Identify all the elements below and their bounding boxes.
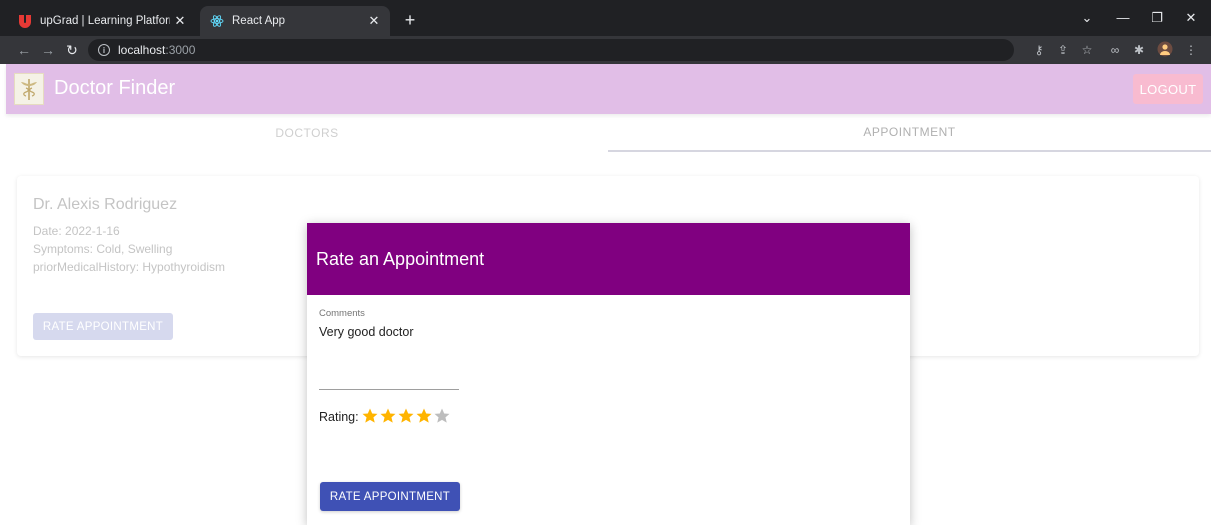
close-tab-icon[interactable]: ✕: [170, 13, 190, 29]
star-rating[interactable]: [361, 407, 451, 425]
url-port: :3000: [165, 43, 196, 57]
new-tab-icon[interactable]: +: [398, 8, 422, 32]
close-tab-icon[interactable]: ✕: [364, 13, 384, 29]
star-filled-icon[interactable]: [415, 407, 433, 425]
browser-tab-title: upGrad | Learning Platform: [40, 15, 170, 27]
doctor-name: Dr. Alexis Rodriguez: [33, 196, 178, 213]
appointment-medical-history: priorMedicalHistory: Hypothyroidism: [33, 260, 226, 274]
tab-doctors[interactable]: DOCTORS: [6, 114, 608, 152]
appointment-symptoms: Symptoms: Cold, Swelling: [33, 242, 173, 256]
comments-underline: [319, 389, 459, 390]
comments-label: Comments: [319, 308, 365, 319]
extensions-puzzle-icon[interactable]: ✱: [1130, 41, 1148, 59]
restore-icon[interactable]: ❐: [1142, 6, 1172, 30]
url-host: localhost: [118, 43, 166, 57]
app-tabs: DOCTORS APPOINTMENT: [6, 114, 1211, 152]
star-filled-icon[interactable]: [397, 407, 415, 425]
app-title: Doctor Finder: [54, 77, 176, 99]
star-filled-icon[interactable]: [379, 407, 397, 425]
share-icon[interactable]: ⇪: [1054, 41, 1072, 59]
modal-header: Rate an Appointment: [307, 223, 910, 295]
browser-tab-upgrad[interactable]: upGrad | Learning Platform ✕: [8, 6, 196, 36]
reload-icon[interactable]: ↻: [62, 40, 82, 60]
site-info-icon[interactable]: i: [98, 44, 110, 56]
tab-appointment[interactable]: APPOINTMENT: [608, 114, 1211, 152]
comments-textarea[interactable]: Very good doctor: [319, 325, 414, 339]
star-empty-icon[interactable]: [433, 407, 451, 425]
appointment-date: Date: 2022-1-16: [33, 224, 120, 238]
extension-glasses-icon[interactable]: ∞: [1106, 41, 1124, 59]
browser-address-bar: ← → ↻ i localhost :3000 ⚷ ⇪ ☆ ∞ ✱ ⋮: [0, 36, 1211, 64]
browser-tab-react-app[interactable]: React App ✕: [200, 6, 390, 36]
upgrad-favicon-icon: [18, 14, 32, 28]
modal-title: Rate an Appointment: [316, 249, 485, 269]
submit-rating-button[interactable]: RATE APPOINTMENT: [320, 482, 460, 511]
rating-label: Rating:: [319, 410, 359, 424]
key-icon[interactable]: ⚷: [1030, 41, 1048, 59]
close-window-icon[interactable]: ✕: [1176, 6, 1206, 30]
react-favicon-icon: [210, 14, 224, 28]
rate-appointment-modal: Rate an Appointment Comments Very good d…: [307, 223, 910, 525]
logout-button[interactable]: LOGOUT: [1133, 74, 1203, 104]
bookmark-star-icon[interactable]: ☆: [1078, 41, 1096, 59]
url-input[interactable]: i localhost :3000: [88, 39, 1014, 61]
minimize-icon[interactable]: —: [1108, 6, 1138, 30]
caduceus-logo-icon: [14, 73, 44, 105]
rating-row: Rating:: [319, 407, 451, 425]
forward-icon[interactable]: →: [38, 40, 58, 60]
browser-menu-icon[interactable]: ⋮: [1182, 41, 1200, 59]
profile-avatar-icon[interactable]: [1156, 41, 1174, 59]
rate-appointment-button[interactable]: RATE APPOINTMENT: [33, 313, 173, 340]
star-filled-icon[interactable]: [361, 407, 379, 425]
tab-search-icon[interactable]: ⌄: [1072, 6, 1102, 30]
browser-tab-bar: upGrad | Learning Platform ✕ React App ✕…: [0, 0, 1211, 36]
browser-tab-title: React App: [232, 15, 286, 27]
back-icon[interactable]: ←: [14, 40, 34, 60]
app-header: Doctor Finder LOGOUT: [6, 64, 1211, 114]
